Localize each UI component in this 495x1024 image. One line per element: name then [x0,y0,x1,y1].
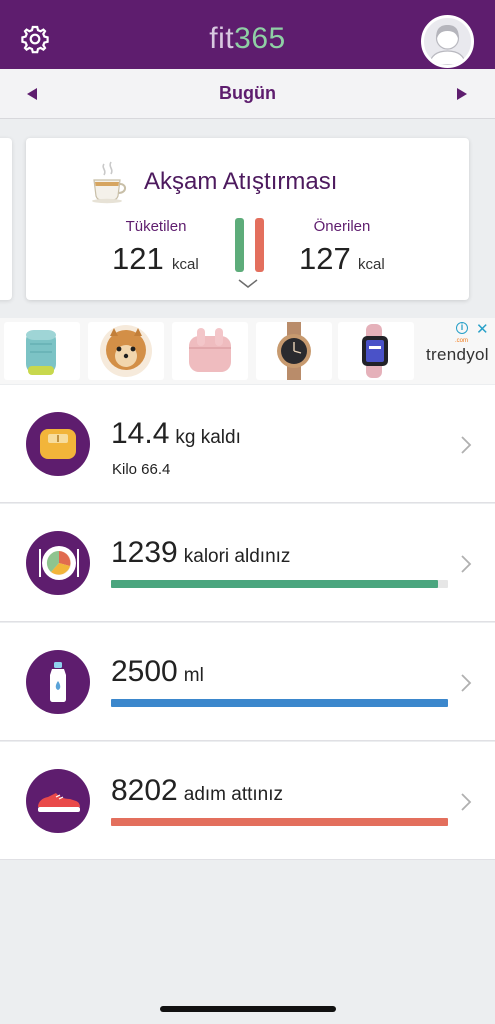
home-indicator[interactable] [160,1006,336,1012]
suggested-unit: kcal [358,256,385,273]
calories-number: 1239 [111,536,178,569]
water-progress [111,699,448,707]
logo-fit: fit [209,22,235,55]
tea-cup-icon [92,161,127,204]
ad-item-fitness-band[interactable] [338,322,414,380]
triangle-right-icon[interactable] [457,88,467,100]
plate-icon [26,531,90,595]
weight-number: 14.4 [111,417,170,450]
water-bottle-icon [26,650,90,714]
steps-suffix: adım attınız [183,784,284,805]
chevron-down-icon[interactable] [237,278,259,290]
steps-value: 8202 adım attınız [111,774,283,808]
water-progress-fill [111,699,448,707]
water-suffix: ml [183,665,204,686]
suggested-label: Önerilen [313,218,371,235]
weight-value: 14.4 kg kaldı [111,417,241,451]
water-number: 2500 [111,655,178,688]
date-label[interactable]: Bugün [0,83,495,104]
calories-suffix: kalori aldınız [183,546,291,567]
ad-item-watch[interactable] [256,322,332,380]
sneaker-icon [26,769,90,833]
app-header: fit365 [0,0,495,69]
steps-progress-fill [111,818,448,826]
suggested-value: 127 [299,241,351,276]
logo-365: 365 [234,22,286,55]
meal-carousel[interactable]: Akşam Atıştırması Tüketilen Önerilen 121… [0,120,495,318]
ad-item-speaker[interactable] [4,322,80,380]
steps-progress [111,818,448,826]
meal-card[interactable]: Akşam Atıştırması Tüketilen Önerilen 121… [26,138,469,300]
suggested-bar [255,218,264,272]
water-row[interactable]: 2500 ml [0,623,495,741]
consumed-unit: kcal [172,256,199,273]
meal-title: Akşam Atıştırması [144,168,338,195]
ad-banner[interactable]: i ✕ .com trendyol [0,318,495,384]
weight-row[interactable]: 14.4 kg kaldı Kilo 66.4 [0,385,495,503]
ad-info-icon[interactable]: i [456,322,468,334]
ad-item-puppy[interactable] [88,322,164,380]
calories-row[interactable]: 1239 kalori aldınız [0,504,495,622]
ad-brand-sup: .com [455,338,469,344]
calories-progress-fill [111,580,438,588]
calories-value: 1239 kalori aldınız [111,536,290,570]
water-value: 2500 ml [111,655,204,689]
chevron-right-icon[interactable] [460,673,472,693]
steps-number: 8202 [111,774,178,807]
date-navigation: Bugün [0,69,495,119]
ad-brand[interactable]: trendyol [426,345,489,365]
weight-sub: Kilo 66.4 [112,461,171,478]
chevron-right-icon[interactable] [460,554,472,574]
consumed-bar [235,218,244,272]
consumed-value: 121 [112,241,164,276]
chevron-right-icon[interactable] [460,792,472,812]
consumed-label: Tüketilen [125,218,187,235]
weight-suffix: kg kaldı [175,427,241,448]
ad-close-icon[interactable]: ✕ [476,320,489,338]
steps-row[interactable]: 8202 adım attınız [0,742,495,860]
ad-item-earbuds[interactable] [172,322,248,380]
user-avatar-icon[interactable] [421,15,474,68]
previous-meal-card[interactable] [0,138,12,300]
chevron-right-icon[interactable] [460,435,472,455]
scale-icon [26,412,90,476]
calories-progress [111,580,448,588]
